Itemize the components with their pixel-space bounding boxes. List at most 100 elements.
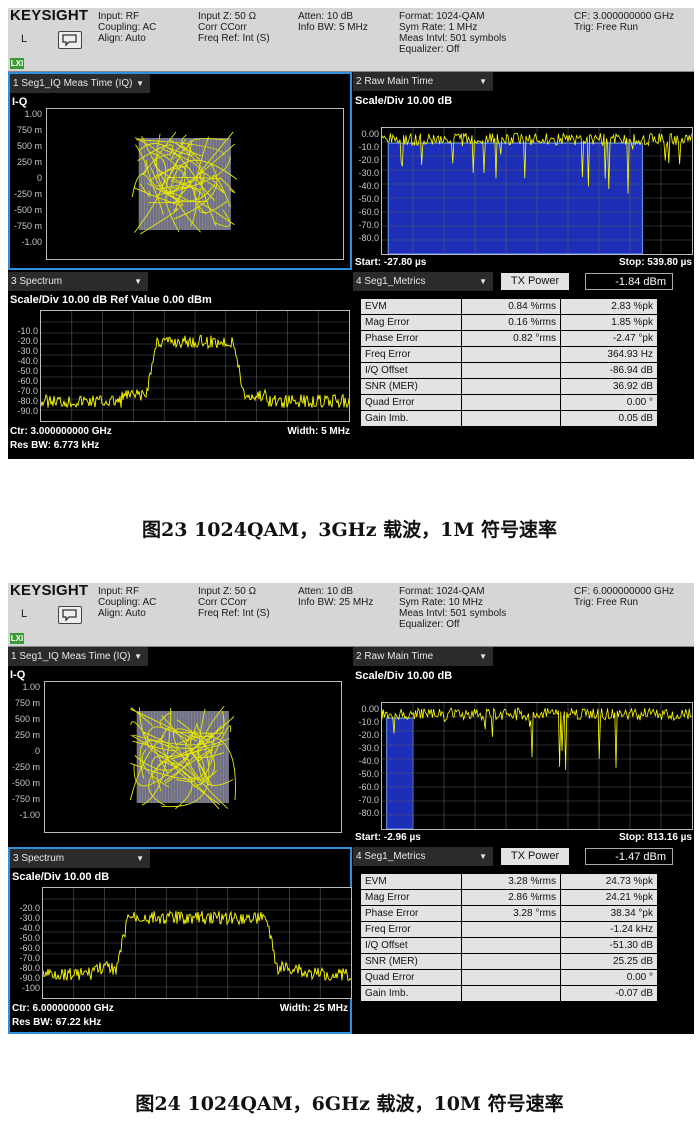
ytick-label: 0.00 — [361, 704, 379, 714]
demod-settings[interactable]: Format: 1024-QAM Sym Rate: 1 MHz Meas In… — [399, 11, 506, 55]
ytick-label: -50.0 — [17, 366, 38, 376]
info-bw-label: Info BW: 25 MHz — [298, 597, 374, 608]
atten-settings[interactable]: Atten: 10 dB Info BW: 25 MHz — [298, 586, 373, 608]
freq-settings[interactable]: CF: 6.000000000 GHz Trig: Free Run — [574, 586, 674, 608]
impedance-settings[interactable]: Input Z: 50 Ω Corr CCorr Freq Ref: Int (… — [198, 11, 270, 44]
ytick-label: -10.0 — [358, 142, 379, 152]
table-row: Freq Error -1.24 kHz — [361, 922, 657, 937]
mode-letter: L — [21, 33, 28, 45]
freq-settings[interactable]: CF: 3.000000000 GHz Trig: Free Run — [574, 11, 674, 33]
impedance-settings[interactable]: Input Z: 50 Ω Corr CCorr Freq Ref: Int (… — [198, 586, 270, 619]
ytick-label: 500 m — [16, 141, 42, 151]
ytick-label: 0 — [34, 746, 40, 756]
tx-power-label: TX Power — [501, 273, 569, 290]
input-settings[interactable]: Input: RF Coupling: AC Align: Auto — [98, 586, 156, 619]
ytick-label: -30.0 — [358, 168, 379, 178]
caret-down-icon: ▼ — [134, 277, 142, 286]
metric-name: Freq Error — [361, 347, 461, 362]
analyzer-screen-2: KEYSIGHT L LXI Input: RF Coupling: AC Al… — [8, 583, 694, 1034]
ytick-label: -30.0 — [19, 913, 40, 923]
iq-constellation-pane[interactable]: 1 Seg1_IQ Meas Time (IQ) ▼ I-Q 1.00 750 m… — [8, 72, 352, 270]
return-icon[interactable] — [58, 606, 82, 624]
stop-time-label: Stop: 813.16 µs — [618, 832, 692, 843]
iq-axis-label: I-Q — [10, 669, 26, 681]
ytick-label: 250 m — [16, 157, 42, 167]
demod-settings[interactable]: Format: 1024-QAM Sym Rate: 10 MHz Meas I… — [399, 586, 506, 630]
spectrum-pane[interactable]: 3 Spectrum ▼ Scale/Div 10.00 dB Ref Value… — [8, 272, 352, 459]
ytick-label: 250 m — [14, 730, 40, 740]
input-settings[interactable]: Input: RF Coupling: AC Align: Auto — [98, 11, 156, 44]
ytick-label: -80.0 — [19, 963, 40, 973]
metric-name: EVM — [361, 299, 461, 314]
metrics-pane[interactable]: 4 Seg1_Metrics ▼ TX Power -1.84 dBm EVM 0.… — [353, 272, 694, 459]
pane-title[interactable]: 3 Spectrum ▼ — [10, 849, 150, 868]
pane-title[interactable]: 2 Raw Main Time ▼ — [353, 72, 493, 91]
metrics-table: EVM 0.84 %rms 2.83 %pk Mag Error 0.16 %rms 1… — [361, 299, 661, 439]
metric-rms: 0.82 °rms — [462, 331, 560, 346]
pane-title[interactable]: 2 Raw Main Time ▼ — [353, 647, 493, 666]
metric-peak: -51.30 dB — [561, 938, 657, 953]
ytick-label: -1.00 — [19, 810, 40, 820]
metric-peak: 2.83 %pk — [561, 299, 657, 314]
pane-title[interactable]: 1 Seg1_IQ Meas Time (IQ) ▼ — [8, 647, 148, 666]
ytick-label: -20.0 — [17, 336, 38, 346]
metric-peak: 24.73 %pk — [561, 874, 657, 889]
raw-main-time-pane[interactable]: 2 Raw Main Time ▼ Scale/Div 10.00 dB 0.00… — [353, 647, 694, 845]
ytick-label: -50.0 — [358, 194, 379, 204]
spectrum-pane[interactable]: 3 Spectrum ▼ Scale/Div 10.00 dB -20.0 -30… — [8, 847, 352, 1034]
caret-down-icon: ▼ — [479, 652, 487, 661]
metric-rms — [462, 922, 560, 937]
ytick-label: -40.0 — [358, 181, 379, 191]
ytick-label: -30.0 — [358, 743, 379, 753]
ytick-label: 0 — [36, 173, 42, 183]
iq-plot — [46, 108, 344, 260]
ytick-label: -30.0 — [17, 346, 38, 356]
atten-settings[interactable]: Atten: 10 dB Info BW: 5 MHz — [298, 11, 368, 33]
lxi-badge: LXI — [10, 633, 24, 644]
table-row: I/Q Offset -51.30 dB — [361, 938, 657, 953]
coupling-label: Coupling: AC — [98, 22, 157, 33]
caret-down-icon: ▼ — [136, 854, 144, 863]
metric-name: Phase Error — [361, 331, 461, 346]
ytick-label: -60.0 — [17, 376, 38, 386]
table-row: EVM 3.28 %rms 24.73 %pk — [361, 874, 657, 889]
ytick-label: 1.00 — [22, 682, 40, 692]
brand-logo: KEYSIGHT — [10, 583, 89, 599]
table-row: Quad Error 0.00 ° — [361, 970, 657, 985]
metric-name: Mag Error — [361, 315, 461, 330]
ytick-label: -70.0 — [19, 953, 40, 963]
time-plot — [381, 702, 693, 830]
ytick-label: -100 — [21, 983, 40, 993]
start-time-label: Start: -2.96 µs — [355, 832, 421, 843]
return-icon[interactable] — [58, 31, 82, 49]
status-header: KEYSIGHT L LXI Input: RF Coupling: AC Al… — [8, 8, 694, 72]
metric-name: I/Q Offset — [361, 938, 461, 953]
table-row: Phase Error 0.82 °rms -2.47 °pk — [361, 331, 657, 346]
iq-constellation-pane[interactable]: 1 Seg1_IQ Meas Time (IQ) ▼ I-Q 1.00 750 m… — [8, 647, 352, 845]
caret-down-icon: ▼ — [134, 652, 142, 661]
res-bw-label: Res BW: 67.22 kHz — [12, 1017, 102, 1028]
table-row: Gain Imb. 0.05 dB — [361, 411, 657, 426]
corr-label: Corr CCorr — [198, 22, 247, 33]
caret-down-icon: ▼ — [479, 852, 487, 861]
ytick-label: 750 m — [16, 125, 42, 135]
ytick-label: -250 m — [13, 189, 42, 199]
metrics-pane[interactable]: 4 Seg1_Metrics ▼ TX Power -1.47 dBm EVM 3.… — [353, 847, 694, 1034]
pane-title[interactable]: 3 Spectrum ▼ — [8, 272, 148, 291]
metric-rms — [462, 363, 560, 378]
raw-main-time-pane[interactable]: 2 Raw Main Time ▼ Scale/Div 10.00 dB 0.00… — [353, 72, 694, 270]
equalizer-label: Equalizer: Off — [399, 619, 460, 630]
metric-name: EVM — [361, 874, 461, 889]
atten-label: Atten: 10 dB — [298, 11, 354, 22]
pane-title[interactable]: 4 Seg1_Metrics ▼ — [353, 272, 493, 291]
pane-title[interactable]: 4 Seg1_Metrics ▼ — [353, 847, 493, 866]
metric-name: I/Q Offset — [361, 363, 461, 378]
ytick-label: -40.0 — [17, 356, 38, 366]
meas-intvl-label: Meas Intvl: 501 symbols — [399, 33, 507, 44]
table-row: SNR (MER) 25.25 dB — [361, 954, 657, 969]
ytick-label: -20.0 — [358, 155, 379, 165]
pane-title[interactable]: 1 Seg1_IQ Meas Time (IQ) ▼ — [10, 74, 150, 93]
metric-rms: 0.16 %rms — [462, 315, 560, 330]
scale-div-label: Scale/Div 10.00 dB — [355, 95, 453, 107]
metric-peak: 36.92 dB — [561, 379, 657, 394]
